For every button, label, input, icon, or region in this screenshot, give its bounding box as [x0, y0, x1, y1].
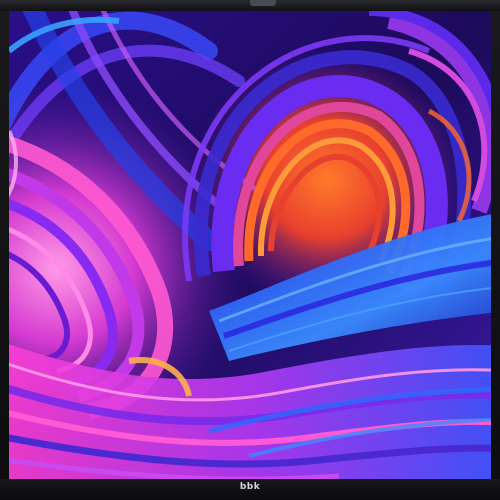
brand-logo: bbk	[239, 482, 261, 492]
abstract-wallpaper	[9, 11, 491, 479]
top-notch	[250, 0, 276, 6]
tv-screen	[9, 11, 491, 479]
tv-frame: bbk	[0, 0, 500, 500]
